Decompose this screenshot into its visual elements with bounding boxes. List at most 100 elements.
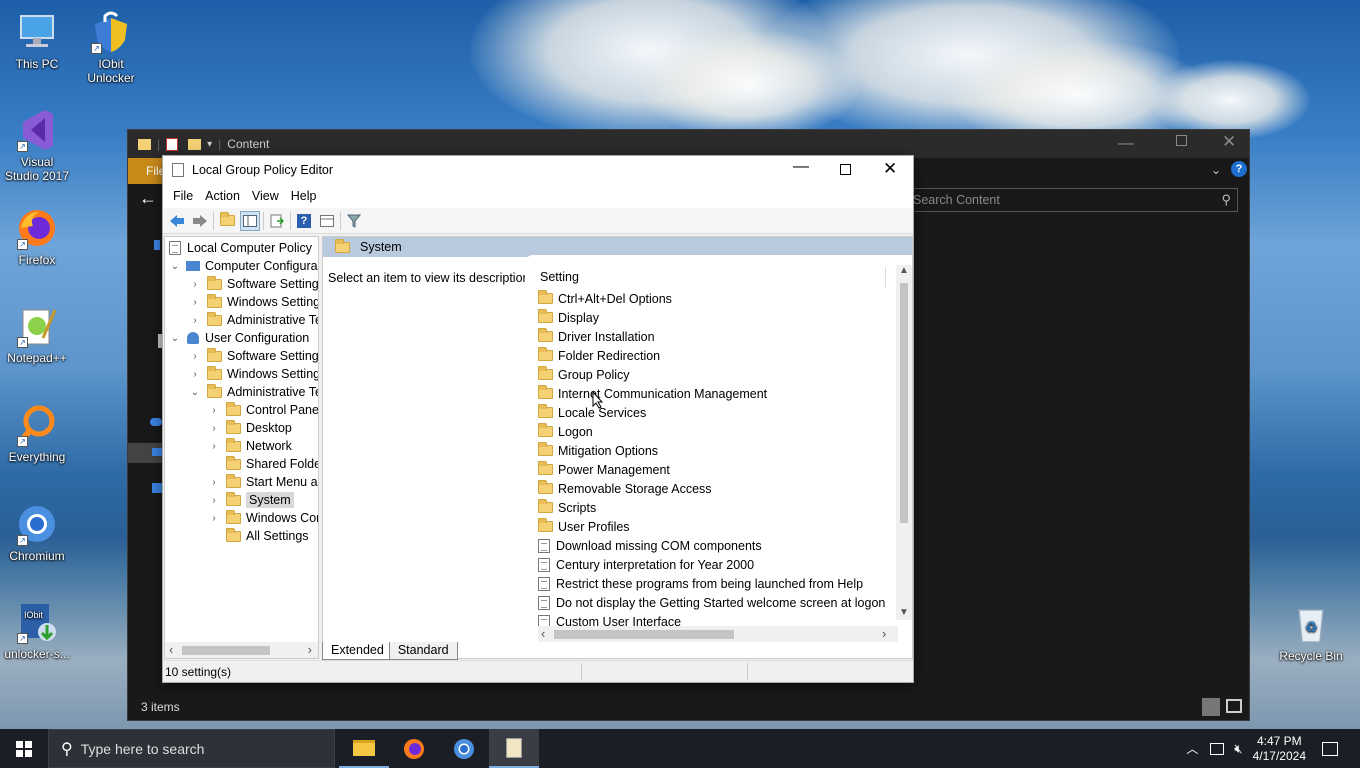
chevron-right-icon[interactable]: › xyxy=(208,495,220,506)
menu-view[interactable]: View xyxy=(246,189,285,203)
properties-icon[interactable] xyxy=(317,211,337,231)
chevron-right-icon[interactable]: › xyxy=(189,369,201,380)
tree-item-desktop[interactable]: › Desktop xyxy=(208,419,292,437)
setting-row[interactable]: Group Policy xyxy=(538,365,630,384)
chevron-right-icon[interactable]: › xyxy=(208,441,220,452)
chevron-right-icon[interactable]: › xyxy=(189,315,201,326)
taskbar-firefox[interactable] xyxy=(389,729,439,768)
tree-item-user-configuration[interactable]: ⌄ User Configuration xyxy=(169,329,309,347)
file-tab[interactable]: File xyxy=(128,158,164,184)
onedrive-icon[interactable] xyxy=(150,418,162,426)
help-icon[interactable]: ? xyxy=(1231,161,1247,177)
export-list-icon[interactable] xyxy=(267,211,287,231)
close-button[interactable]: ✕ xyxy=(883,159,897,179)
desktop-icon-notepad-plus-plus[interactable]: ↗ Notepad++ xyxy=(0,304,74,365)
chevron-right-icon[interactable]: › xyxy=(189,351,201,362)
setting-row[interactable]: Driver Installation xyxy=(538,327,655,346)
setting-row[interactable]: Ctrl+Alt+Del Options xyxy=(538,289,672,308)
desktop-icon-recycle-bin[interactable]: ♻ Recycle Bin xyxy=(1274,602,1348,663)
desktop-icon-this-pc[interactable]: This PC xyxy=(0,10,74,71)
tree-item-user-software-settings[interactable]: › Software Settings xyxy=(189,347,318,365)
setting-row[interactable]: User Profiles xyxy=(538,517,630,536)
chevron-down-icon[interactable]: ⌄ xyxy=(1211,163,1221,177)
this-pc-nav-item[interactable] xyxy=(128,443,164,463)
desktop-icon-chromium[interactable]: ↗ Chromium xyxy=(0,502,74,563)
tree-item-windows-settings[interactable]: › Windows Setting xyxy=(189,293,318,311)
minimize-button[interactable]: — xyxy=(1118,135,1134,153)
tree-item-start-menu[interactable]: › Start Menu ar xyxy=(208,473,318,491)
tree-item-user-administrative-templates[interactable]: ⌄ Administrative Te xyxy=(189,383,318,401)
chevron-right-icon[interactable]: › xyxy=(308,642,312,657)
scroll-thumb[interactable] xyxy=(900,283,908,523)
taskbar-gpedit[interactable] xyxy=(489,729,539,768)
network-icon[interactable] xyxy=(1210,742,1225,755)
details-view-button[interactable] xyxy=(1202,698,1220,716)
horizontal-scrollbar[interactable]: ‹ › xyxy=(538,626,898,642)
tree-item-network[interactable]: › Network xyxy=(208,437,292,455)
setting-row[interactable]: Removable Storage Access xyxy=(538,479,712,498)
taskbar-search-input[interactable]: Type here to search xyxy=(81,741,205,757)
chevron-left-icon[interactable]: ‹ xyxy=(541,626,545,641)
chevron-down-icon[interactable]: ⌄ xyxy=(169,333,181,344)
back-arrow-icon[interactable]: ← xyxy=(139,188,157,209)
setting-row[interactable]: Century interpretation for Year 2000 xyxy=(538,555,754,574)
tree-item-shared-folders[interactable]: Shared Folder xyxy=(208,455,318,473)
menu-file[interactable]: File xyxy=(167,189,199,203)
forward-arrow-icon[interactable] xyxy=(190,211,210,231)
setting-row[interactable]: Display xyxy=(538,308,599,327)
scroll-thumb[interactable] xyxy=(182,646,270,655)
taskbar-file-explorer[interactable] xyxy=(339,729,389,768)
chevron-right-icon[interactable]: › xyxy=(208,477,220,488)
gpe-titlebar[interactable]: Local Group Policy Editor — ✕ xyxy=(163,156,913,184)
chevron-up-icon[interactable]: ︿ xyxy=(1186,740,1198,757)
chevron-down-icon[interactable]: ⌄ xyxy=(169,261,181,272)
tree-item-user-windows-settings[interactable]: › Windows Setting xyxy=(189,365,318,383)
explorer-titlebar[interactable]: | ▾ | Content — ✕ xyxy=(128,130,1249,158)
quick-access-dropdown-icon[interactable]: ▾ xyxy=(207,139,212,150)
maximize-button[interactable] xyxy=(1176,135,1187,146)
search-box[interactable]: Search Content ⚲ xyxy=(908,188,1238,212)
desktop-icon-everything[interactable]: ↗ Everything xyxy=(0,403,74,464)
tree-item-computer-configuration[interactable]: ⌄ Computer Configura xyxy=(169,257,318,275)
chevron-right-icon[interactable]: › xyxy=(882,626,886,641)
volume-muted-icon[interactable]: 🔇︎ xyxy=(1234,741,1242,757)
menu-action[interactable]: Action xyxy=(199,189,246,203)
chevron-right-icon[interactable]: › xyxy=(208,513,220,524)
setting-column-header[interactable]: Setting xyxy=(540,270,579,284)
properties-icon[interactable] xyxy=(166,137,179,151)
large-icons-view-button[interactable] xyxy=(1226,699,1242,713)
tree-item-local-computer-policy[interactable]: Local Computer Policy xyxy=(169,239,312,257)
vertical-scrollbar[interactable]: ▲ ▼ xyxy=(896,265,912,620)
scroll-thumb[interactable] xyxy=(554,630,734,639)
setting-row[interactable]: Download missing COM components xyxy=(538,536,762,555)
chevron-up-icon[interactable]: ▲ xyxy=(899,265,909,276)
chevron-right-icon[interactable]: › xyxy=(189,297,201,308)
tree-item-control-panel[interactable]: › Control Panel xyxy=(208,401,318,419)
setting-row[interactable]: Restrict these programs from being launc… xyxy=(538,574,863,593)
tree-hscroll[interactable]: ‹ › xyxy=(165,642,318,658)
setting-row[interactable]: Internet Communication Management xyxy=(538,384,767,403)
setting-row[interactable]: Logon xyxy=(538,422,593,441)
chevron-down-icon[interactable]: ⌄ xyxy=(189,387,201,398)
close-button[interactable]: ✕ xyxy=(1222,132,1236,152)
network-icon[interactable] xyxy=(152,483,162,493)
chevron-right-icon[interactable]: › xyxy=(208,405,220,416)
up-folder-icon[interactable] xyxy=(217,211,237,231)
tree-item-all-settings[interactable]: All Settings xyxy=(208,527,309,545)
setting-row[interactable]: Folder Redirection xyxy=(538,346,660,365)
chevron-right-icon[interactable]: › xyxy=(189,279,201,290)
chevron-right-icon[interactable]: › xyxy=(208,423,220,434)
clock[interactable]: 4:47 PM 4/17/2024 xyxy=(1253,734,1306,764)
chevron-left-icon[interactable]: ‹ xyxy=(169,642,173,657)
desktop-icon-firefox[interactable]: ↗ Firefox xyxy=(0,206,74,267)
start-button[interactable] xyxy=(0,729,48,768)
setting-row[interactable]: Scripts xyxy=(538,498,596,517)
setting-row[interactable]: Do not display the Getting Started welco… xyxy=(538,593,885,612)
search-input[interactable]: Search Content xyxy=(913,193,1000,207)
notification-icon[interactable] xyxy=(1322,741,1338,756)
desktop-icon-unlocker-setup[interactable]: IObit ↗ unlocker-s... xyxy=(0,600,74,661)
menu-help[interactable]: Help xyxy=(285,189,323,203)
taskbar-search-box[interactable]: ⚲ Type here to search xyxy=(48,729,335,768)
nav-icon[interactable] xyxy=(154,240,160,250)
setting-row[interactable]: Power Management xyxy=(538,460,670,479)
